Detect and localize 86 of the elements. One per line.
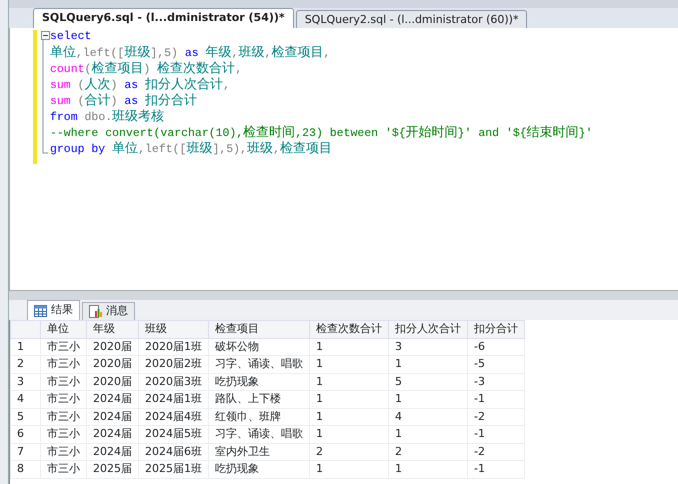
table-cell: 2024届 xyxy=(86,426,138,443)
table-cell: 1 xyxy=(310,408,388,426)
table-cell: 2024届4班 xyxy=(138,408,208,426)
table-cell: 2020届3班 xyxy=(138,373,208,390)
table-cell: -2 xyxy=(468,443,524,460)
table-cell: 2020届2班 xyxy=(138,356,208,373)
code-line: select xyxy=(50,29,92,45)
table-cell: -6 xyxy=(468,338,524,356)
result-tab[interactable]: 结果 xyxy=(27,300,80,320)
table-cell: 1 xyxy=(310,356,388,373)
table-cell: 1 xyxy=(388,356,468,373)
table-cell: 习字、诵读、唱歌 xyxy=(208,426,310,443)
table-cell: -1 xyxy=(468,426,524,443)
column-header[interactable]: 检查次数合计 xyxy=(310,320,388,338)
table-cell: 2 xyxy=(388,443,468,460)
table-cell: 4 xyxy=(388,408,468,426)
result-tab[interactable]: 消息 xyxy=(82,302,135,320)
grid-icon xyxy=(34,304,47,316)
row-number: 3 xyxy=(10,373,40,390)
column-header[interactable]: 扣分合计 xyxy=(468,320,524,338)
table-cell: 2024届 xyxy=(86,390,138,408)
code-line: group by 单位,left([班级],5),班级,检查项目 xyxy=(50,141,333,157)
column-header[interactable]: 班级 xyxy=(138,320,208,338)
row-number: 1 xyxy=(10,338,40,356)
table-cell: 室内外卫生 xyxy=(208,443,310,460)
table-cell: 市三小 xyxy=(40,460,86,478)
table-cell: 1 xyxy=(388,426,468,443)
table-cell: 1 xyxy=(310,460,388,478)
table-cell: 2025届 xyxy=(86,460,138,478)
code-line: 单位,left([班级],5) as 年级,班级,检查项目, xyxy=(50,45,332,61)
row-number: 7 xyxy=(10,443,40,460)
table-cell: 市三小 xyxy=(40,390,86,408)
table-cell: 2024届 xyxy=(86,443,138,460)
table-cell: 2020届1班 xyxy=(138,338,208,356)
row-number: 2 xyxy=(10,356,40,373)
row-number: 4 xyxy=(10,390,40,408)
column-header[interactable]: 单位 xyxy=(40,320,86,338)
table-cell: 吃扔现象 xyxy=(208,373,310,390)
table-cell: 路队、上下楼 xyxy=(208,390,310,408)
code-line: count(检查项目) 检查次数合计, xyxy=(50,61,244,77)
table-cell: 2020届 xyxy=(86,373,138,390)
table-cell: 2020届 xyxy=(86,356,138,373)
code-line: sum (人次) as 扣分人次合计, xyxy=(50,77,231,93)
table-cell: 2024届1班 xyxy=(138,390,208,408)
table-cell: 5 xyxy=(388,373,468,390)
table-cell: 3 xyxy=(388,338,468,356)
table-cell: 吃扔现象 xyxy=(208,460,310,478)
message-icon xyxy=(89,305,102,318)
code-line: from dbo.班级考核 xyxy=(50,109,166,125)
table-cell: 市三小 xyxy=(40,356,86,373)
editor-tab[interactable]: SQLQuery6.sql - (l...dministrator (54))* xyxy=(33,8,294,28)
code-line: sum (合计) as 扣分合计 xyxy=(50,93,198,109)
table-cell: 2025届1班 xyxy=(138,460,208,478)
table-cell: -5 xyxy=(468,356,524,373)
table-cell: 市三小 xyxy=(40,373,86,390)
column-header[interactable]: 检查项目 xyxy=(208,320,310,338)
collapse-icon[interactable] xyxy=(40,31,50,40)
table-cell: -1 xyxy=(468,460,524,478)
table-cell: -3 xyxy=(468,373,524,390)
column-header[interactable]: 年级 xyxy=(86,320,138,338)
table-cell: 2020届 xyxy=(86,338,138,356)
table-cell: 市三小 xyxy=(40,338,86,356)
row-number: 6 xyxy=(10,426,40,443)
code-line: --where convert(varchar(10),检查时间,23) between '${开始时间}' and '${结束时间}' xyxy=(50,125,592,141)
table-cell: 2 xyxy=(310,443,388,460)
table-cell: 市三小 xyxy=(40,426,86,443)
table-cell: 市三小 xyxy=(40,443,86,460)
table-cell: 1 xyxy=(388,460,468,478)
table-cell: 2024届 xyxy=(86,408,138,426)
row-number: 8 xyxy=(10,460,40,478)
table-cell: -2 xyxy=(468,408,524,426)
table-cell: 红领巾、班牌 xyxy=(208,408,310,426)
table-cell: 2024届5班 xyxy=(138,426,208,443)
table-cell: 习字、诵读、唱歌 xyxy=(208,356,310,373)
row-number: 5 xyxy=(10,408,40,426)
table-cell: 1 xyxy=(310,373,388,390)
editor-tab[interactable]: SQLQuery2.sql - (l...dministrator (60))* xyxy=(296,10,528,28)
column-header[interactable]: 扣分人次合计 xyxy=(388,320,468,338)
table-cell: 1 xyxy=(388,390,468,408)
table-cell: 1 xyxy=(310,390,388,408)
table-cell: -1 xyxy=(468,390,524,408)
table-cell: 2024届6班 xyxy=(138,443,208,460)
table-cell: 破坏公物 xyxy=(208,338,310,356)
table-cell: 1 xyxy=(310,426,388,443)
table-cell: 1 xyxy=(310,338,388,356)
table-cell: 市三小 xyxy=(40,408,86,426)
